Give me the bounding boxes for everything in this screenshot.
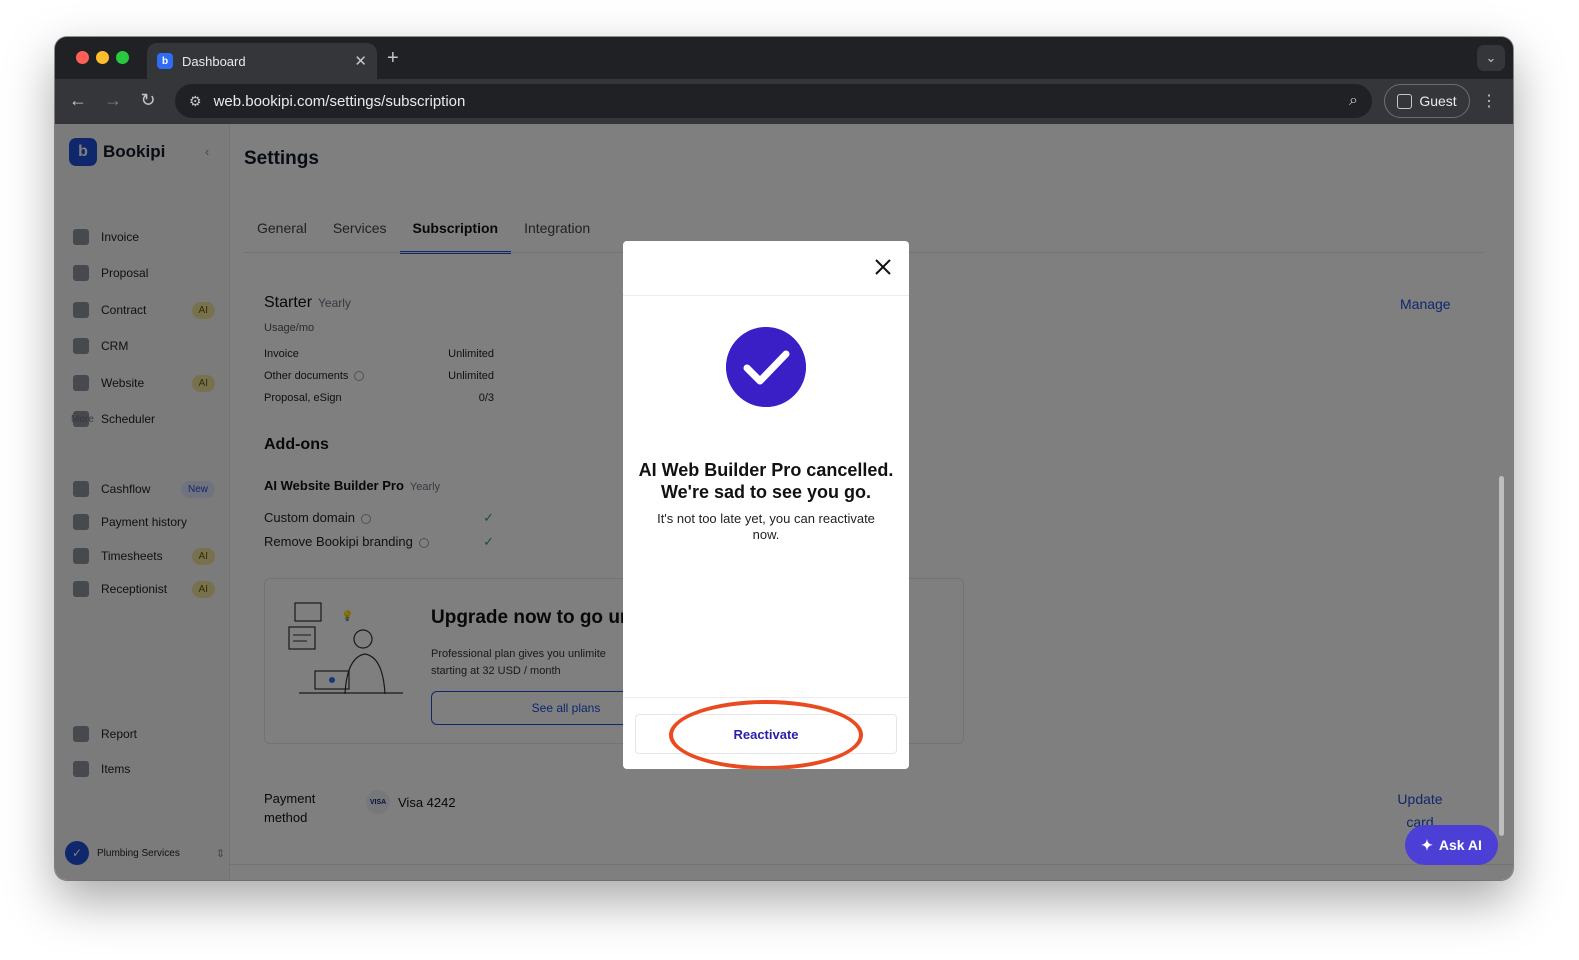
tab-title: Dashboard xyxy=(182,53,246,69)
back-arrow-icon[interactable]: ← xyxy=(67,90,89,111)
browser-menu-icon[interactable]: ⋮ xyxy=(1481,91,1497,111)
site-settings-icon[interactable]: ⚙ xyxy=(189,93,202,110)
bookipi-favicon-icon: b xyxy=(157,53,173,69)
success-check-icon xyxy=(726,327,806,407)
reload-icon[interactable]: ↻ xyxy=(137,90,159,111)
browser-toolbar: ← → ↻ ⚙ web.bookipi.com/settings/subscri… xyxy=(55,79,1513,124)
new-tab-icon[interactable]: + xyxy=(387,47,399,70)
tab-search-chevron-icon[interactable]: ⌄ xyxy=(1477,45,1505,71)
modal-title-line: We're sad to see you go. xyxy=(660,482,871,502)
highlight-annotation xyxy=(669,700,863,769)
cancellation-modal: AI Web Builder Pro cancelled. We're sad … xyxy=(623,241,909,769)
close-window-button[interactable] xyxy=(76,51,89,64)
tab-strip: b Dashboard ✕ + ⌄ xyxy=(55,37,1513,79)
modal-subtitle: It's not too late yet, you can reactivat… xyxy=(657,511,875,542)
minimize-window-button[interactable] xyxy=(96,51,109,64)
browser-window: b Dashboard ✕ + ⌄ ← → ↻ ⚙ web.bookipi.co… xyxy=(55,37,1513,880)
close-tab-icon[interactable]: ✕ xyxy=(354,52,367,70)
browser-tab-dashboard[interactable]: b Dashboard ✕ xyxy=(147,43,377,79)
profile-label: Guest xyxy=(1419,93,1457,109)
address-bar[interactable]: ⚙ web.bookipi.com/settings/subscription … xyxy=(175,84,1372,118)
forward-arrow-icon[interactable]: → xyxy=(102,90,124,111)
search-icon[interactable]: ⌕ xyxy=(1349,92,1358,110)
profile-button[interactable]: Guest xyxy=(1384,84,1470,118)
modal-title-line: AI Web Builder Pro cancelled. xyxy=(638,460,894,480)
scrollbar-thumb[interactable] xyxy=(1499,476,1504,836)
app-viewport: b Bookipi ‹ Invoice Proposal Contract AI… xyxy=(55,124,1513,880)
profile-icon xyxy=(1397,93,1413,109)
maximize-window-button[interactable] xyxy=(116,51,129,64)
modal-title: AI Web Builder Pro cancelled. We're sad … xyxy=(633,459,899,503)
ask-ai-label: Ask AI xyxy=(1438,837,1482,853)
modal-footer: Reactivate xyxy=(623,697,909,769)
modal-header xyxy=(623,241,909,296)
close-icon[interactable] xyxy=(872,256,894,278)
sparkle-icon: ✦ xyxy=(1421,836,1433,853)
url-text[interactable]: web.bookipi.com/settings/subscription xyxy=(214,93,1349,110)
ask-ai-button[interactable]: ✦ Ask AI xyxy=(1405,825,1498,865)
